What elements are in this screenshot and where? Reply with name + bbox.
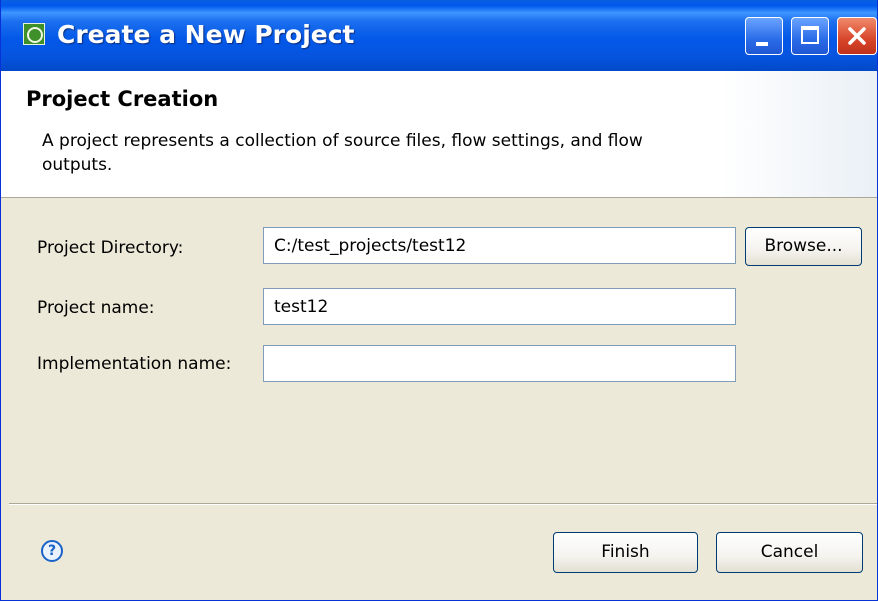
app-icon xyxy=(23,23,45,45)
window-title: Create a New Project xyxy=(57,20,355,49)
close-button[interactable] xyxy=(837,17,877,55)
title-bar[interactable]: Create a New Project xyxy=(1,0,877,71)
project-name-input[interactable] xyxy=(263,288,736,325)
cancel-button[interactable]: Cancel xyxy=(716,532,863,573)
dialog-window: Create a New Project Project Creation A … xyxy=(0,0,878,601)
project-name-label: Project name: xyxy=(37,298,155,318)
footer-separator xyxy=(9,503,877,505)
browse-button[interactable]: Browse... xyxy=(745,227,862,266)
implementation-name-label: Implementation name: xyxy=(37,354,232,374)
minimize-button[interactable] xyxy=(745,17,783,55)
header-banner: Project Creation A project represents a … xyxy=(1,71,877,198)
project-directory-label: Project Directory: xyxy=(37,238,184,258)
banner-description: A project represents a collection of sou… xyxy=(42,131,643,175)
project-directory-input[interactable] xyxy=(263,227,736,264)
finish-button[interactable]: Finish xyxy=(553,532,698,573)
implementation-name-input[interactable] xyxy=(263,345,736,382)
help-icon[interactable]: ? xyxy=(41,540,63,562)
banner-title: Project Creation xyxy=(26,87,219,111)
close-icon xyxy=(848,27,866,45)
maximize-button[interactable] xyxy=(791,17,829,55)
